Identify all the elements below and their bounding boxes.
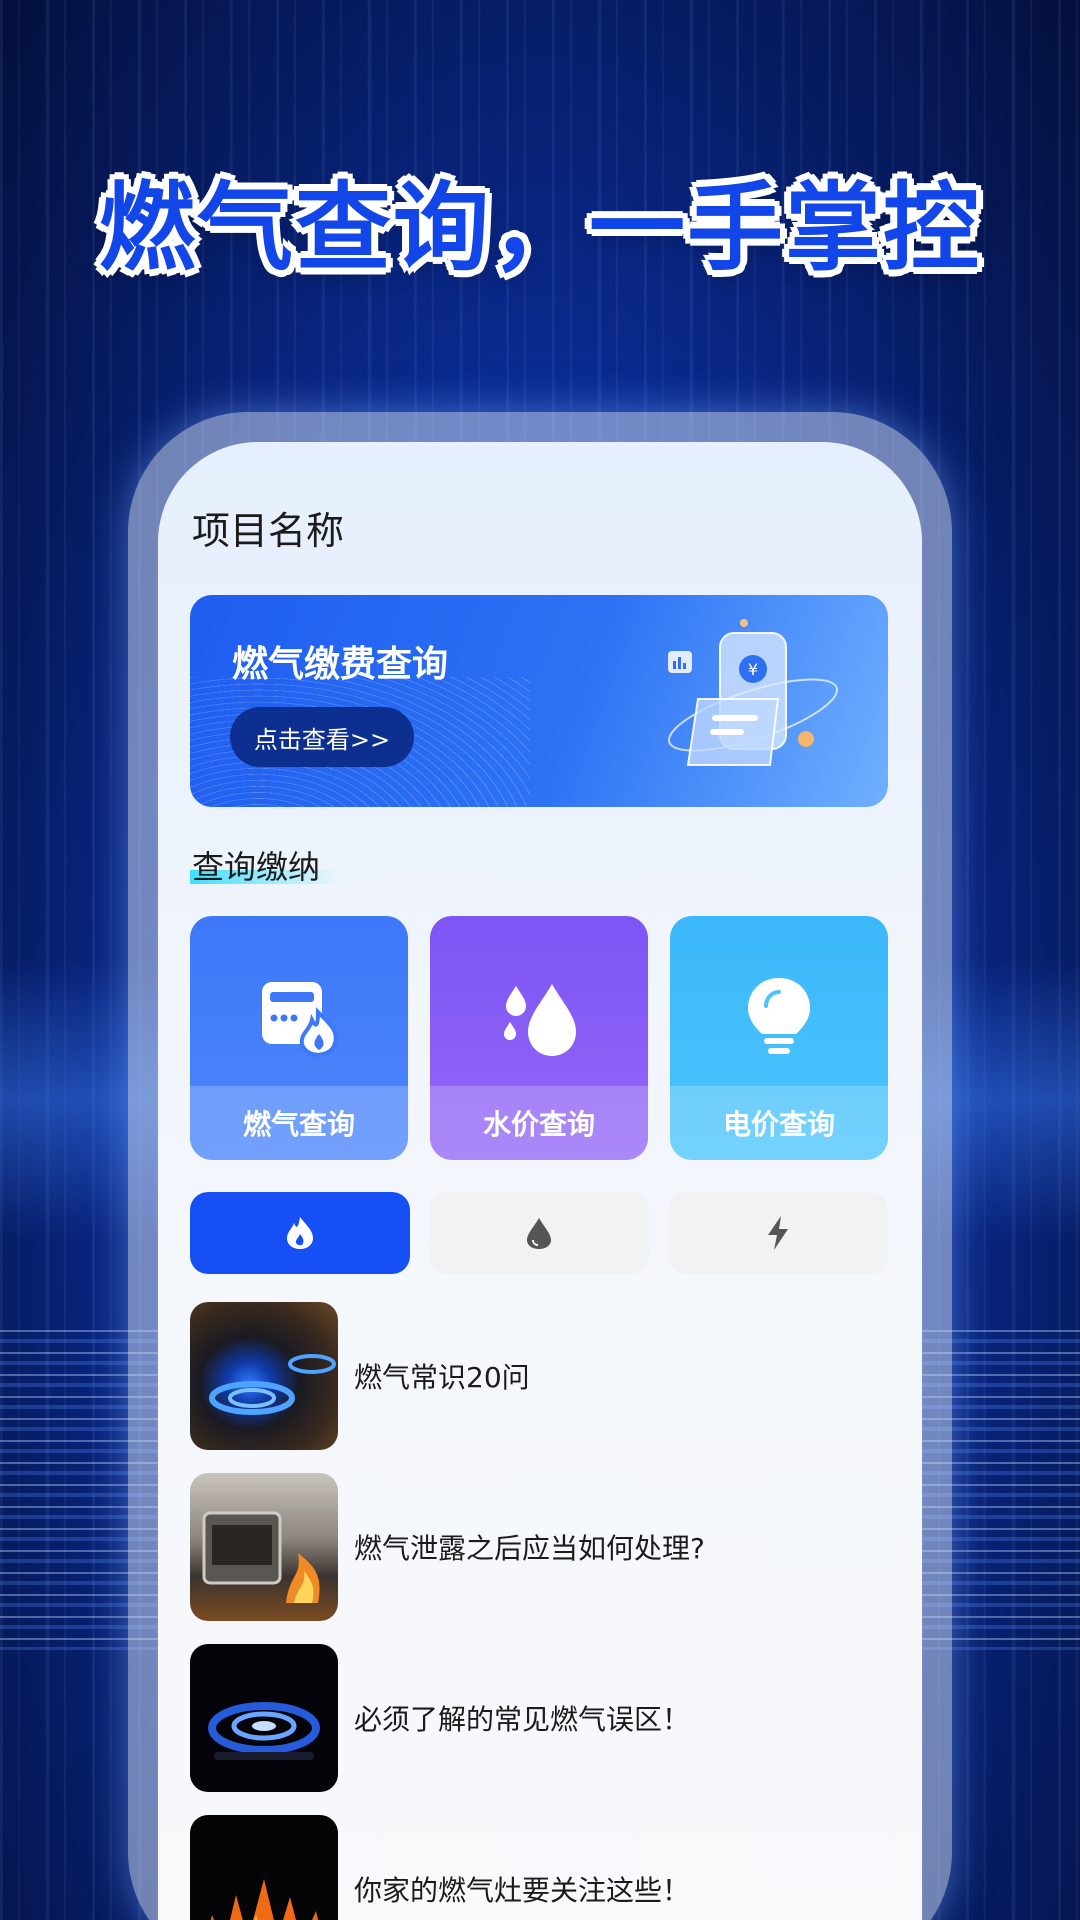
promo-headline: 燃气查询，一手掌控 — [99, 172, 981, 284]
water-price-tile[interactable]: 水价查询 — [430, 916, 648, 1160]
gas-payment-banner[interactable]: 燃气缴费查询 点击查看>> ¥ — [190, 595, 888, 807]
electricity-price-tile[interactable]: 电价查询 — [670, 916, 888, 1160]
app-screen: 项目名称 燃气缴费查询 点击查看>> ¥ 查询缴纳 燃气查询 水价查询 电价查询… — [158, 442, 922, 1920]
tab-electricity[interactable] — [668, 1192, 888, 1274]
gas-query-label: 燃气查询 — [190, 1086, 408, 1160]
banner-title: 燃气缴费查询 — [232, 644, 449, 685]
project-name: 项目名称 — [192, 509, 345, 553]
query-tiles: 燃气查询 水价查询 电价查询 — [190, 916, 888, 1160]
water-drops-icon — [504, 984, 576, 1056]
article-thumbnail-flames — [190, 1815, 338, 1920]
article-title: 燃气常识20问 — [354, 1361, 530, 1394]
article-title: 燃气泄露之后应当如何处理? — [354, 1532, 705, 1565]
list-item[interactable]: 燃气泄露之后应当如何处理? — [190, 1473, 888, 1621]
list-item[interactable]: 你家的燃气灶要关注这些！ — [190, 1815, 888, 1920]
tab-water[interactable] — [429, 1192, 649, 1274]
category-tabs — [190, 1192, 888, 1274]
gas-meter-icon — [262, 982, 338, 1057]
lightbulb-icon — [748, 978, 810, 1054]
list-item[interactable]: 必须了解的常见燃气误区！ — [190, 1644, 888, 1792]
article-thumbnail-fire — [190, 1473, 338, 1621]
article-title: 必须了解的常见燃气误区！ — [354, 1703, 691, 1736]
article-thumbnail-stove — [190, 1302, 338, 1450]
electricity-price-label: 电价查询 — [670, 1086, 888, 1160]
water-drop-icon — [527, 1218, 551, 1249]
list-item[interactable]: 燃气常识20问 — [190, 1302, 888, 1450]
water-price-label: 水价查询 — [430, 1086, 648, 1160]
flame-icon — [287, 1217, 313, 1249]
article-thumbnail-burner — [190, 1644, 338, 1792]
gas-query-tile[interactable]: 燃气查询 — [190, 916, 408, 1160]
section-title: 查询缴纳 — [192, 848, 321, 886]
tab-gas[interactable] — [190, 1192, 410, 1274]
lightning-icon — [768, 1216, 788, 1250]
article-title: 你家的燃气灶要关注这些！ — [354, 1874, 691, 1907]
phone-payment-illustration: ¥ — [667, 619, 839, 766]
svg-text:¥: ¥ — [748, 660, 758, 679]
view-details-button[interactable]: 点击查看>> — [230, 707, 414, 767]
